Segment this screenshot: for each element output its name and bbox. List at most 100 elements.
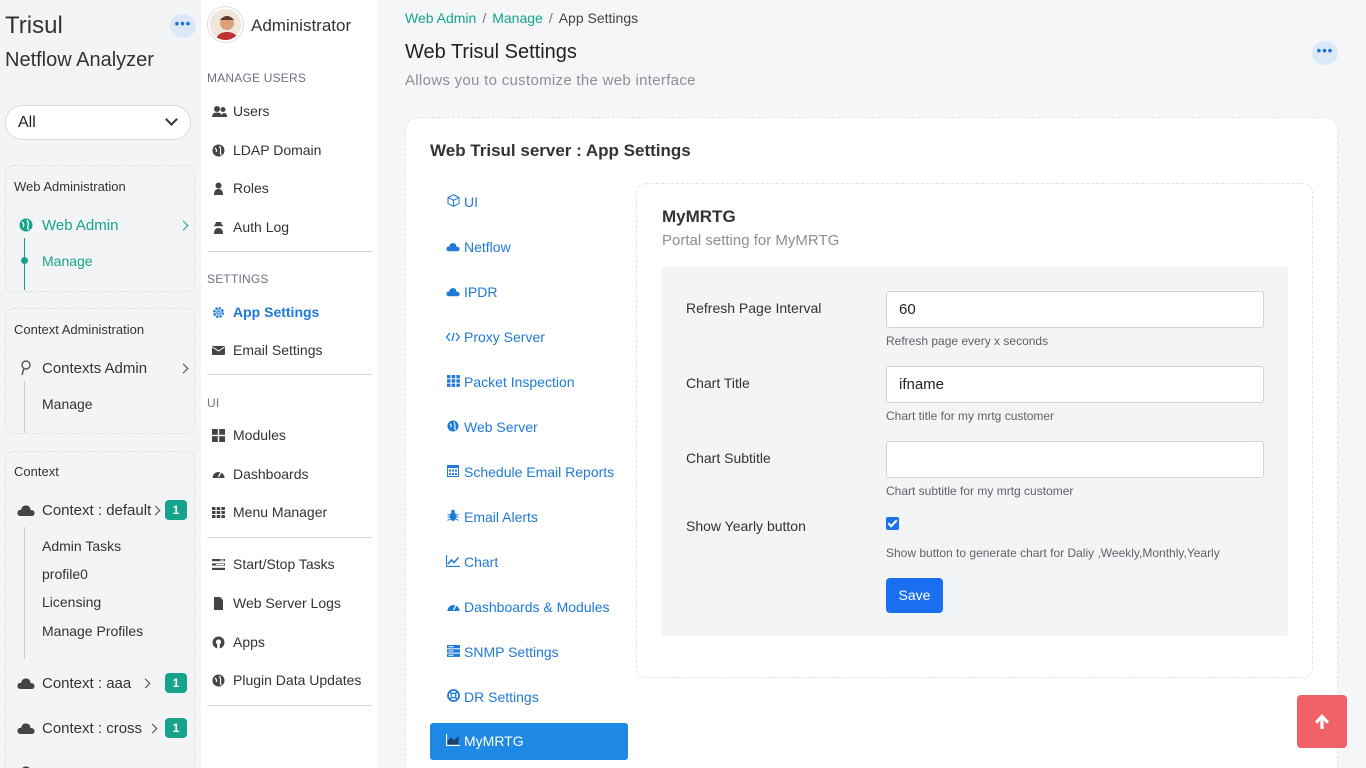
nav-web-admin[interactable]: Web Admin — [42, 217, 118, 234]
menu-item-users[interactable]: Users — [233, 103, 270, 119]
nav-web-admin-manage[interactable]: Manage — [42, 253, 93, 269]
tab-label: Proxy Server — [464, 329, 545, 345]
chart-subtitle-input[interactable] — [886, 441, 1264, 478]
menu-item-dashboards[interactable]: Dashboards — [233, 466, 309, 482]
show-yearly-checkbox[interactable] — [886, 517, 899, 530]
tab-label: IPDR — [464, 284, 498, 300]
globe-icon — [446, 420, 460, 435]
menu-item-ldap-domain[interactable]: LDAP Domain — [233, 142, 321, 158]
pin-icon — [21, 360, 31, 376]
left-sidebar: Trisul Netflow Analyzer ••• All Web Admi… — [0, 0, 201, 768]
nav-contexts-admin[interactable]: Contexts Admin — [42, 360, 147, 377]
panel-title: MyMRTG — [662, 207, 736, 226]
nav-manage-profiles[interactable]: Manage Profiles — [42, 623, 143, 639]
cloud-icon — [17, 678, 35, 689]
cloud-icon — [446, 241, 460, 255]
section-manage-users: MANAGE USERS — [207, 71, 307, 85]
context-select[interactable]: All — [5, 105, 191, 140]
page-more-button[interactable]: ••• — [1312, 41, 1338, 65]
nav-licensing[interactable]: Licensing — [42, 594, 101, 610]
tab-email-alerts[interactable]: Email Alerts — [430, 498, 628, 535]
cube-icon — [446, 194, 460, 210]
tab-packet-inspection[interactable]: Packet Inspection — [430, 363, 628, 400]
menu-item-apps[interactable]: Apps — [233, 634, 265, 650]
avatar[interactable] — [208, 7, 243, 42]
page-subtitle: Allows you to customize the web interfac… — [405, 72, 696, 89]
refresh-interval-hint: Refresh page every x seconds — [886, 334, 1049, 348]
menu-item-plugin-data-updates[interactable]: Plugin Data Updates — [233, 672, 361, 688]
panel-subtitle: Portal setting for MyMRTG — [662, 232, 840, 249]
section-ui: UI — [207, 396, 220, 410]
menu-item-roles[interactable]: Roles — [233, 180, 269, 196]
tab-ui[interactable]: UI — [430, 183, 628, 220]
user-avatar-icon — [210, 9, 241, 40]
context-select-value: All — [18, 114, 36, 131]
tab-ipdr[interactable]: IPDR — [430, 273, 628, 310]
breadcrumb-separator: / — [482, 10, 487, 26]
tab-mymrtg[interactable]: MyMRTG — [430, 723, 628, 760]
refresh-interval-input[interactable]: 60 — [886, 291, 1264, 328]
tab-label: MyMRTG — [464, 733, 524, 749]
menu-item-modules[interactable]: Modules — [233, 427, 286, 443]
tab-dr-settings[interactable]: DR Settings — [430, 678, 628, 715]
tab-schedule-email-reports[interactable]: Schedule Email Reports — [430, 453, 628, 490]
divider — [207, 251, 372, 252]
chart-title-input[interactable]: ifname — [886, 366, 1264, 403]
menu-item-email-settings[interactable]: Email Settings — [233, 342, 322, 358]
divider — [207, 705, 372, 706]
menu-item-web-server-logs[interactable]: Web Server Logs — [233, 595, 341, 611]
app-subtitle: Netflow Analyzer — [5, 49, 154, 71]
user-secret-icon — [214, 222, 223, 234]
menu-item-menu-manager[interactable]: Menu Manager — [233, 504, 327, 520]
nav-contexts-manage[interactable]: Manage — [42, 396, 93, 412]
tab-web-server[interactable]: Web Server — [430, 408, 628, 445]
tab-proxy-server[interactable]: Proxy Server — [430, 318, 628, 355]
save-button[interactable]: Save — [886, 578, 943, 613]
server-icon — [446, 645, 460, 660]
breadcrumb-current: App Settings — [558, 10, 639, 26]
arrow-up-icon — [1315, 714, 1329, 729]
menu-item-auth-log[interactable]: Auth Log — [233, 219, 289, 235]
envelope-icon — [212, 346, 225, 355]
th-large-icon — [212, 429, 225, 442]
tab-label: UI — [464, 194, 478, 210]
nav-context-aaa[interactable]: Context : aaa — [42, 675, 131, 692]
breadcrumb-manage[interactable]: Manage — [492, 10, 543, 26]
code-icon — [445, 331, 461, 345]
tab-chart[interactable]: Chart — [430, 543, 628, 580]
tab-netflow[interactable]: Netflow — [430, 228, 628, 265]
divider — [207, 537, 372, 538]
chart-title-label: Chart Title — [686, 375, 750, 391]
nav-context-default[interactable]: Context : default — [42, 502, 151, 519]
tab-label: SNMP Settings — [464, 644, 559, 660]
tab-label: Packet Inspection — [464, 374, 575, 390]
line-chart-icon — [445, 555, 460, 570]
tab-dashboards-modules[interactable]: Dashboards & Modules — [430, 588, 628, 625]
context-cross-badge: 1 — [165, 718, 187, 738]
sidebar-more-button[interactable]: ••• — [170, 14, 196, 38]
globe-icon — [19, 218, 33, 232]
tab-label: Netflow — [464, 239, 511, 255]
chevron-right-icon — [178, 363, 189, 374]
calendar-icon — [446, 464, 460, 480]
menu-item-app-settings[interactable]: App Settings — [233, 304, 319, 320]
show-yearly-label: Show Yearly button — [686, 518, 806, 534]
cloud-icon — [17, 505, 35, 516]
file-icon — [214, 597, 223, 610]
tab-label: Dashboards & Modules — [464, 599, 610, 615]
tree-line — [24, 527, 25, 659]
scroll-to-top-button[interactable] — [1297, 695, 1347, 748]
globe-icon — [212, 144, 225, 157]
grid-icon — [446, 375, 460, 390]
chevron-right-icon — [150, 505, 161, 516]
card-title: Web Trisul server : App Settings — [430, 141, 691, 160]
chevron-right-icon — [178, 220, 189, 231]
breadcrumb-web-admin[interactable]: Web Admin — [405, 10, 476, 26]
chevron-down-icon — [165, 113, 178, 126]
menu-item-start-stop-tasks[interactable]: Start/Stop Tasks — [233, 556, 335, 572]
tab-snmp-settings[interactable]: SNMP Settings — [430, 633, 628, 670]
nav-profile0[interactable]: profile0 — [42, 566, 88, 582]
nav-admin-tasks[interactable]: Admin Tasks — [42, 538, 121, 554]
tab-label: Schedule Email Reports — [464, 464, 615, 480]
nav-context-cross[interactable]: Context : cross — [42, 720, 142, 737]
